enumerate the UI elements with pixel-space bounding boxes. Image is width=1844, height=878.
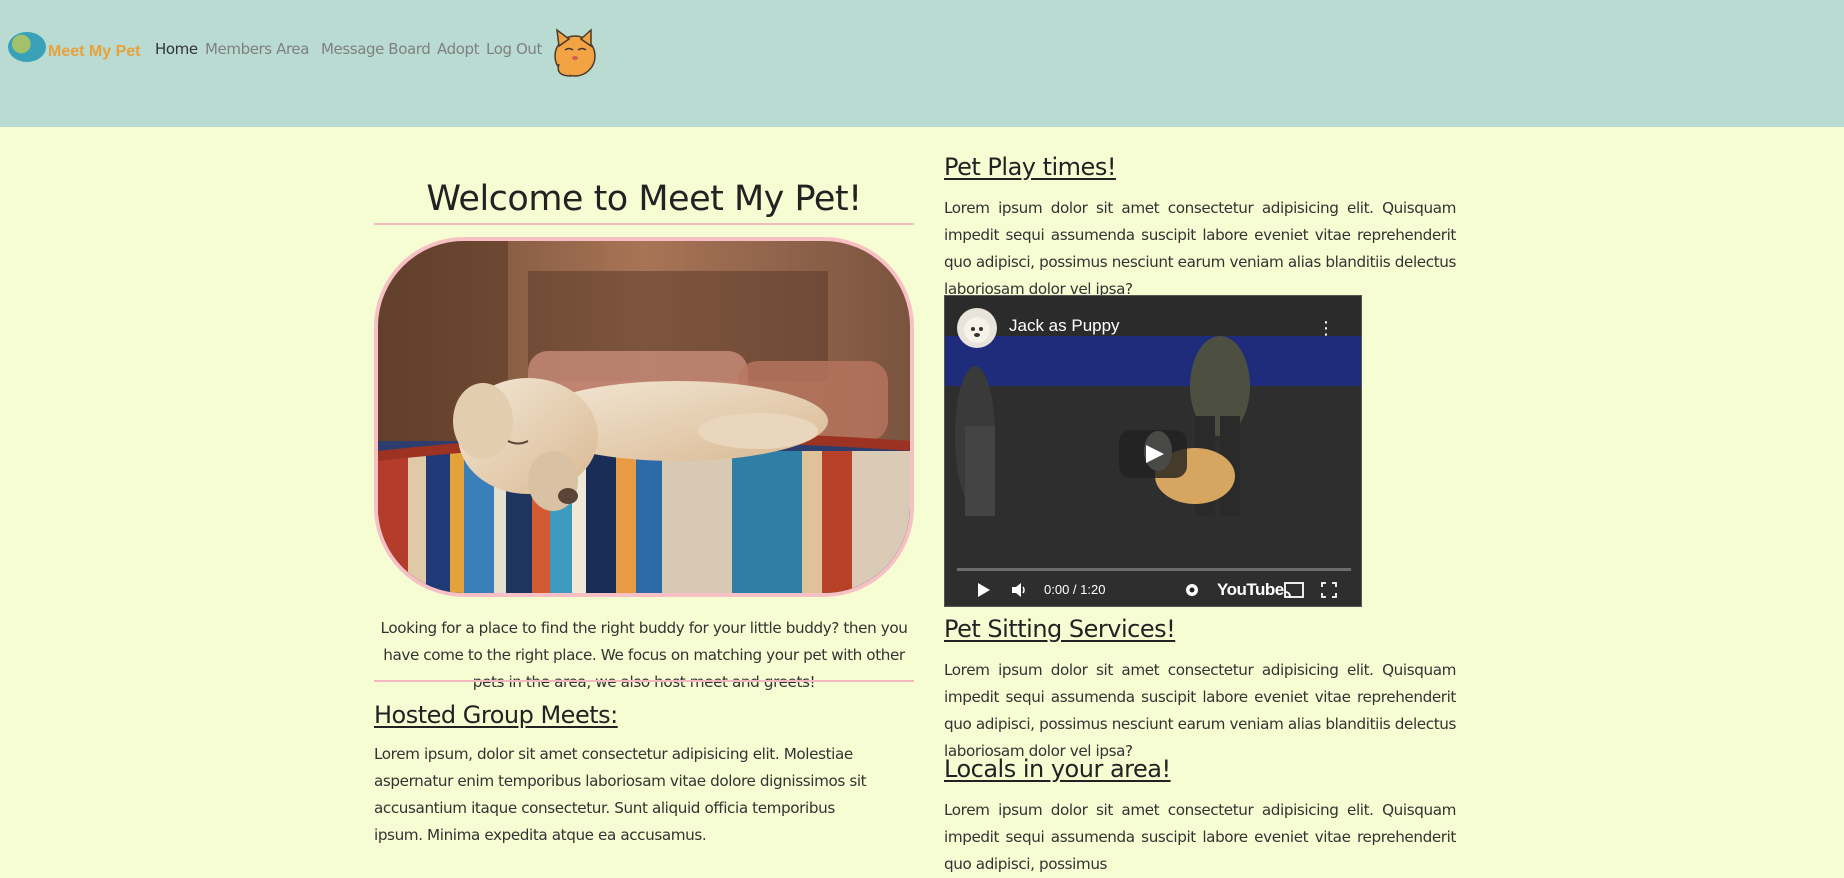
pet-play-times-text: Lorem ipsum dolor sit amet consectetur a… [944,199,1456,298]
locals-in-your-area-text: Lorem ipsum dolor sit amet consectetur a… [944,801,1456,873]
nav-link-message-board[interactable]: Message Board [321,40,431,58]
volume-icon[interactable] [1009,580,1029,605]
navbar: Meet My Pet Home Members Area Message Bo… [0,0,1844,127]
logo-text: Meet My Pet [48,43,141,60]
intro-text: Looking for a place to find the right bu… [380,619,908,692]
nav-link-adopt[interactable]: Adopt [437,40,480,58]
dog-image [378,241,910,593]
pet-sitting-services-heading: Pet Sitting Services! [944,615,1176,643]
more-icon[interactable]: ⋮ [1317,318,1335,339]
divider [374,223,914,225]
divider [374,680,914,682]
video-title[interactable]: Jack as Puppy [1009,316,1120,336]
play-button-small[interactable] [973,580,993,605]
nav-link-members-area[interactable]: Members Area [205,40,309,58]
nav-link-home[interactable]: Home [155,40,198,58]
youtube-logo[interactable]: YouTube [1217,580,1284,600]
fullscreen-icon[interactable] [1319,580,1339,605]
globe-logo-icon [8,32,46,62]
cast-icon[interactable] [1283,580,1305,605]
hero-dog-photo [374,237,914,597]
nav-link-log-out[interactable]: Log Out [486,40,542,58]
hosted-group-meets-heading: Hosted Group Meets: [374,701,618,729]
locals-in-your-area-heading: Locals in your area! [944,755,1171,783]
hosted-group-meets-text: Lorem ipsum, dolor sit amet consectetur … [374,745,867,844]
video-time: 0:00 / 1:20 [1044,582,1106,597]
cat-logo-icon [554,28,596,77]
video-player[interactable]: Jack as Puppy ⋮ 0:00 / 1:20 YouTube [944,295,1362,607]
pet-play-times-heading: Pet Play times! [944,153,1116,181]
play-icon[interactable] [1119,430,1187,478]
site-logo[interactable]: Meet My Pet [8,30,143,70]
pet-sitting-services-text: Lorem ipsum dolor sit amet consectetur a… [944,661,1456,760]
settings-icon[interactable] [1182,580,1202,605]
page-title: Welcome to Meet My Pet! [426,179,862,219]
channel-avatar[interactable] [957,308,997,348]
video-progress-bar[interactable] [957,568,1351,571]
